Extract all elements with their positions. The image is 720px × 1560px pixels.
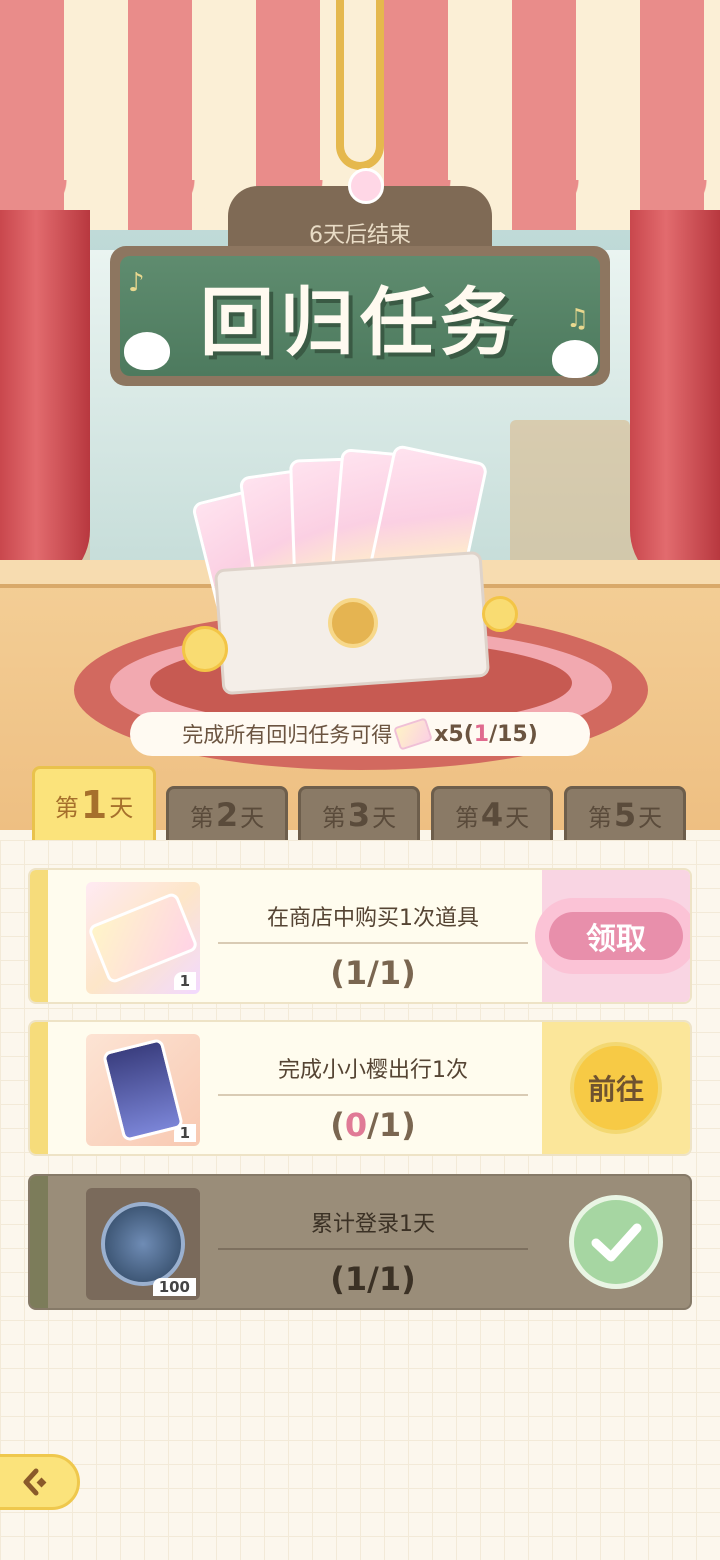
task-progress: (1/1) [208,954,538,992]
tab-number: 5 [613,796,637,834]
task-card: 1 完成小小樱出行1次 (0/1) 前往 [28,1020,692,1156]
flower-icon [482,596,518,632]
reward-progress-current: 1 [473,721,490,747]
total-reward-banner: 完成所有回归任务可得 x5 ( 1 /15) [130,712,590,756]
tab-number: 3 [347,796,371,834]
task-title: 累计登录1天 [311,1212,435,1237]
progress-done: 0 [344,1106,368,1144]
task-list: 1 在商店中购买1次道具 (1/1) 领取 1 完成小小樱出行1次 (0/1) … [0,840,720,1560]
progress-rest: /1) [367,1106,416,1144]
tab-prefix: 第 [454,803,479,832]
music-note-icon: ♪ [128,268,145,298]
progress-done: 1 [344,954,368,992]
task-progress: (1/1) [208,1260,538,1298]
wax-seal-icon [328,598,378,648]
tab-number: 2 [215,796,239,834]
curtain-left [0,210,90,590]
progress-open: ( [330,954,345,992]
divider [218,1094,528,1096]
tab-day-3[interactable]: 第3天 [298,786,420,844]
task-stripe [30,1176,48,1308]
day-tabs: 第1天 第2天 第3天 第4天 第5天 [0,760,720,844]
sakura-blossom-icon [348,168,384,204]
progress-open: ( [330,1106,345,1144]
tab-day-2[interactable]: 第2天 [166,786,288,844]
progress-done: 1 [344,1260,368,1298]
tab-suffix: 天 [240,803,265,832]
claim-button[interactable]: 领取 [549,912,683,960]
reward-quantity: 1 [173,972,196,990]
progress-rest: /1) [367,954,416,992]
page-title: 回归任务 [200,279,520,366]
music-note-icon: ♫ [566,304,590,334]
tab-prefix: 第 [587,803,612,832]
tab-prefix: 第 [54,793,79,822]
tab-suffix: 天 [505,803,530,832]
tab-day-4[interactable]: 第4天 [431,786,553,844]
header-scene: 6天后结束 回归任务 ♪ ♫ [0,0,720,830]
go-button[interactable]: 前往 [570,1042,662,1134]
hanging-rope [336,0,384,170]
reward-quantity: 100 [152,1278,196,1296]
reward-item[interactable]: 1 [86,1034,200,1146]
back-button[interactable] [0,1454,80,1510]
tab-day-5[interactable]: 第5天 [564,786,686,844]
task-stripe [30,870,48,1002]
reward-item[interactable]: 100 [86,1188,200,1300]
progress-rest: /1) [367,1260,416,1298]
progress-open: ( [330,1260,345,1298]
flower-icon [182,626,228,672]
reward-multiplier: x5 [434,721,464,747]
checkmark-icon [569,1195,663,1289]
reward-progress-open: ( [463,721,474,747]
tab-suffix: 天 [638,803,663,832]
reward-progress-total: /15) [489,721,538,747]
task-card: 100 累计登录1天 (1/1) [28,1174,692,1310]
task-title: 在商店中购买1次道具 [267,906,479,931]
bread-shelf [510,420,630,570]
title-board: 回归任务 [110,246,610,386]
tab-prefix: 第 [189,803,214,832]
tab-suffix: 天 [372,803,397,832]
curtain-right [630,210,720,590]
task-stripe [30,1022,48,1154]
divider [218,942,528,944]
task-card: 1 在商店中购买1次道具 (1/1) 领取 [28,868,692,1004]
reward-quantity: 1 [173,1124,196,1142]
tab-suffix: 天 [109,793,134,822]
bird-right-icon [552,340,598,378]
tab-number: 4 [480,796,504,834]
ticket-icon [393,717,434,751]
tab-day-1[interactable]: 第1天 [32,766,156,844]
task-progress: (0/1) [208,1106,538,1144]
task-title: 完成小小樱出行1次 [278,1058,468,1083]
tab-number: 1 [80,783,108,827]
reward-text: 完成所有回归任务可得 [182,723,393,747]
bird-left-icon [124,332,170,370]
tab-prefix: 第 [321,803,346,832]
reward-item[interactable]: 1 [86,882,200,994]
divider [218,1248,528,1250]
back-arrow-icon [23,1468,47,1496]
